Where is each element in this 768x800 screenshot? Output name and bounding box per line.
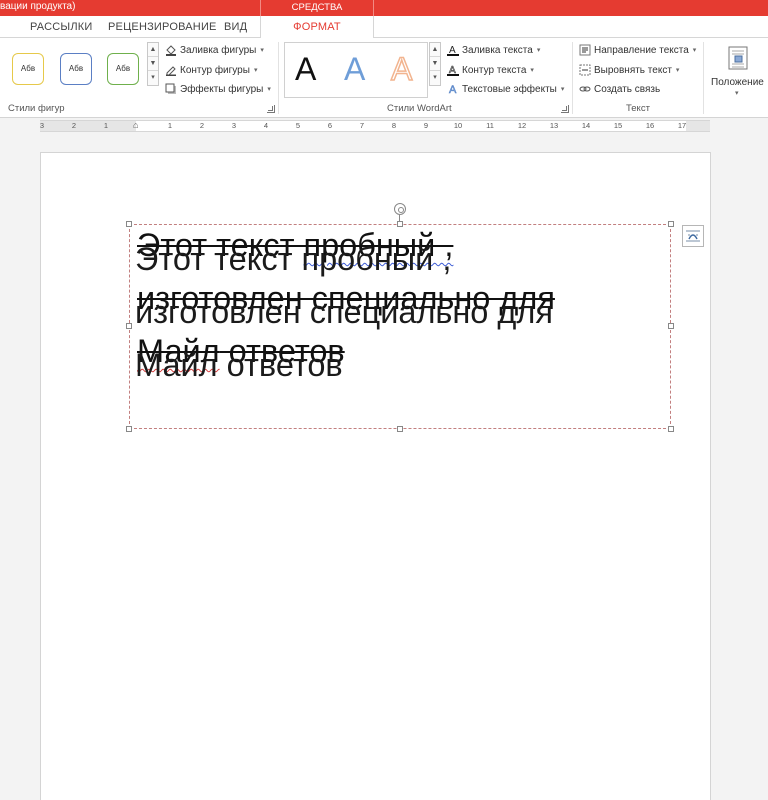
resize-handle-sw[interactable] [126, 426, 132, 432]
pencil-icon [165, 64, 177, 76]
shape-outline-button[interactable]: Контур фигуры ▾ [165, 62, 257, 78]
text-line-3: Майл ответов [135, 347, 343, 383]
tab-review[interactable]: РЕЦЕНЗИРОВАНИЕ [108, 16, 217, 38]
ruler-number: 14 [581, 121, 591, 130]
wordart-gallery-scroll[interactable]: ▲ ▼ ▾ [429, 42, 441, 86]
drawing-tools-context-label: СРЕДСТВА РИСОВАНИЯ [260, 0, 374, 29]
title-bar: вации продукта) СРЕДСТВА РИСОВАНИЯ [0, 0, 768, 29]
more-icon[interactable]: ▾ [148, 71, 158, 85]
window-title: вации продукта) [0, 1, 76, 12]
ruler-number: 6 [327, 121, 333, 130]
ruler-number: 1 [103, 121, 109, 130]
rotate-handle-icon[interactable] [394, 203, 406, 215]
text-line-1: Этот текст пробный , [135, 241, 452, 277]
scroll-up-icon[interactable]: ▲ [148, 43, 158, 57]
ruler-number: 11 [486, 121, 494, 130]
paint-bucket-icon [165, 44, 177, 56]
tab-mailings[interactable]: РАССЫЛКИ [30, 16, 92, 38]
resize-handle-ne[interactable] [668, 221, 674, 227]
text-effects-icon: A [447, 83, 459, 97]
layout-options-icon [683, 230, 703, 250]
more-icon[interactable]: ▾ [430, 71, 440, 85]
resize-handle-e[interactable] [668, 323, 674, 329]
ruler-number: 4 [263, 121, 269, 130]
text-direction-button[interactable]: Направление текста ▾ [579, 42, 696, 58]
ruler-number: 13 [549, 121, 559, 130]
ruler-number: 12 [517, 121, 527, 130]
shape-styles-launcher-icon[interactable] [267, 105, 275, 113]
position-label: Положение [711, 77, 764, 88]
ruler-margin-right [686, 121, 710, 131]
ruler-number: 5 [295, 121, 301, 130]
align-text-button[interactable]: Выровнять текст ▾ [579, 62, 679, 78]
ruler-number: 1 [167, 121, 173, 130]
tab-format[interactable]: ФОРМАТ [260, 16, 374, 39]
svg-text:A: A [449, 84, 457, 95]
ruler-number: 16 [645, 121, 655, 130]
wordart-style-black[interactable]: A [295, 51, 316, 88]
ribbon: Абв Абв Абв ▲ ▼ ▾ Заливка фигуры ▾ Контур… [0, 38, 768, 118]
ruler-number: 3 [231, 121, 237, 130]
wordart-style-orange-outline[interactable]: A [390, 50, 413, 88]
scroll-down-icon[interactable]: ▼ [430, 57, 440, 71]
indent-marker-icon[interactable]: ⌂ [133, 120, 138, 130]
position-button[interactable]: Положение ▾ [706, 42, 768, 102]
group-label-wordart-styles: Стили WordArt [387, 103, 452, 114]
resize-handle-nw[interactable] [126, 221, 132, 227]
shape-effects-button[interactable]: Эффекты фигуры ▾ [165, 81, 271, 97]
wordart-launcher-icon[interactable] [561, 105, 569, 113]
scroll-down-icon[interactable]: ▼ [148, 57, 158, 71]
resize-handle-s[interactable] [397, 426, 403, 432]
shape-styles-gallery-scroll[interactable]: ▲ ▼ ▾ [147, 42, 159, 86]
text-box-content-offset: Этот текст пробный , изготовлен специаль… [135, 233, 655, 392]
ruler-number: 15 [613, 121, 623, 130]
tab-view[interactable]: ВИД [224, 16, 247, 38]
position-icon [728, 46, 748, 75]
shape-fill-button[interactable]: Заливка фигуры ▾ [165, 42, 264, 58]
ruler-number: 8 [391, 121, 397, 130]
create-link-button[interactable]: Создать связь [579, 81, 660, 97]
ruler-number: 3 [39, 121, 45, 130]
align-text-icon [579, 64, 591, 76]
shape-style-blue[interactable]: Абв [60, 53, 92, 85]
resize-handle-se[interactable] [668, 426, 674, 432]
chevron-down-icon: ▾ [735, 90, 739, 97]
group-label-text: Текст [626, 103, 650, 114]
text-fill-button[interactable]: A Заливка текста ▾ [447, 42, 540, 58]
ruler-number: 2 [199, 121, 205, 130]
wordart-style-blue[interactable]: A [344, 51, 365, 88]
resize-handle-w[interactable] [126, 323, 132, 329]
text-outline-icon: A [447, 64, 459, 76]
ruler-number: 17 [677, 121, 687, 130]
shape-style-green[interactable]: Абв [107, 53, 139, 85]
wordart-gallery: A A A [284, 42, 428, 98]
ruler-number: 2 [71, 121, 77, 130]
text-effects-button[interactable]: A Текстовые эффекты ▾ [447, 81, 565, 97]
shape-style-yellow[interactable]: Абв [12, 53, 44, 85]
text-outline-button[interactable]: A Контур текста ▾ [447, 62, 534, 78]
text-line-2: изготовлен специально для [135, 294, 553, 330]
layout-options-button[interactable] [682, 225, 704, 247]
link-icon [579, 83, 591, 95]
ruler-number: 9 [423, 121, 429, 130]
group-label-shape-styles: Стили фигур [8, 103, 65, 114]
ruler-number: 10 [453, 121, 463, 130]
group-divider [572, 42, 573, 114]
shape-effects-icon [165, 83, 177, 95]
group-divider [278, 42, 279, 114]
ribbon-tabs: РАССЫЛКИ РЕЦЕНЗИРОВАНИЕ ВИД ФОРМАТ [0, 16, 768, 39]
group-divider [703, 42, 704, 114]
horizontal-ruler[interactable]: 3 2 1 1 2 3 4 5 6 7 8 9 10 11 12 13 14 1… [40, 120, 710, 132]
text-fill-icon: A [447, 44, 459, 56]
ruler-number: 7 [359, 121, 365, 130]
scroll-up-icon[interactable]: ▲ [430, 43, 440, 57]
ruler-margin-left [40, 121, 136, 131]
text-direction-icon [579, 44, 591, 56]
